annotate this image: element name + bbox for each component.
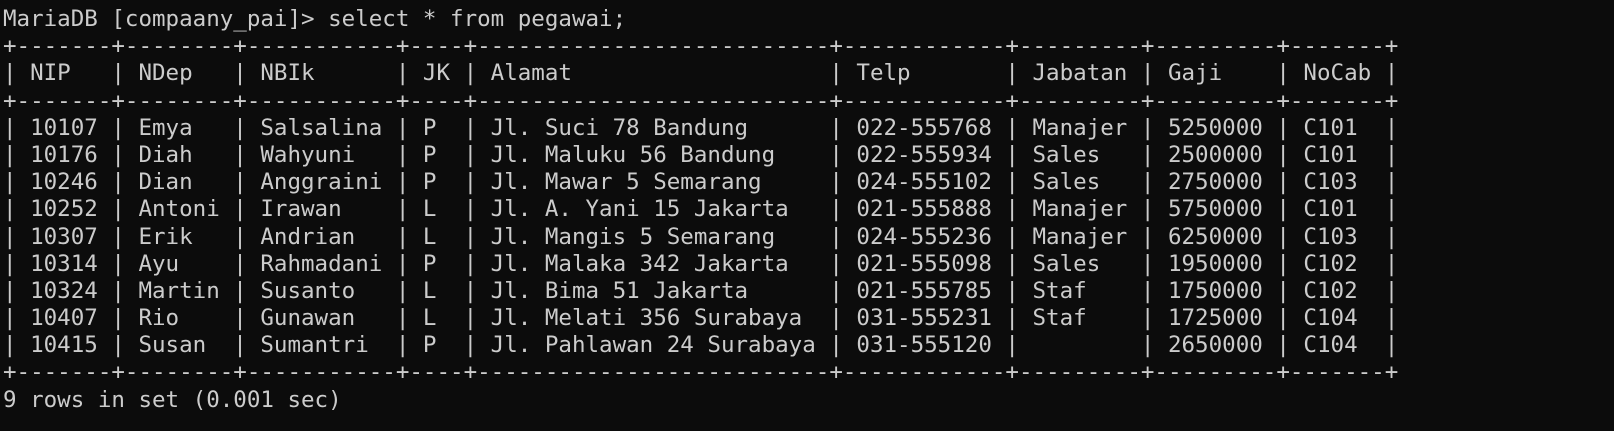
table-row: | 10415 | Susan | Sumantri | P | Jl. Pah… — [3, 332, 1399, 359]
table-row: | 10324 | Martin | Susanto | L | Jl. Bim… — [3, 277, 1399, 304]
table-row: | 10252 | Antoni | Irawan | L | Jl. A. Y… — [3, 196, 1399, 223]
table-row: | 10176 | Diah | Wahyuni | P | Jl. Maluk… — [3, 141, 1399, 168]
table-header-separator: +-------+--------+-----------+----+-----… — [3, 87, 1399, 114]
terminal-window[interactable]: MariaDB [compaany_pai]> select * from pe… — [0, 0, 1614, 431]
table-row: | 10246 | Dian | Anggraini | P | Jl. Maw… — [3, 169, 1399, 196]
table-header-row: | NIP | NDep | NBIk | JK | Alamat | Telp… — [3, 60, 1399, 87]
table-row: | 10307 | Erik | Andrian | L | Jl. Mangi… — [3, 223, 1399, 250]
table-border-bottom: +-------+--------+-----------+----+-----… — [3, 359, 1399, 386]
table-row: | 10107 | Emya | Salsalina | P | Jl. Suc… — [3, 114, 1399, 141]
table-row: | 10314 | Ayu | Rahmadani | P | Jl. Mala… — [3, 250, 1399, 277]
terminal-output: MariaDB [compaany_pai]> select * from pe… — [3, 6, 1614, 414]
command-prompt-line: MariaDB [compaany_pai]> select * from pe… — [3, 6, 627, 32]
result-summary-line: 9 rows in set (0.001 sec) — [3, 386, 342, 413]
table-border-top: +-------+--------+-----------+----+-----… — [3, 33, 1399, 60]
table-row: | 10407 | Rio | Gunawan | L | Jl. Melati… — [3, 305, 1399, 332]
